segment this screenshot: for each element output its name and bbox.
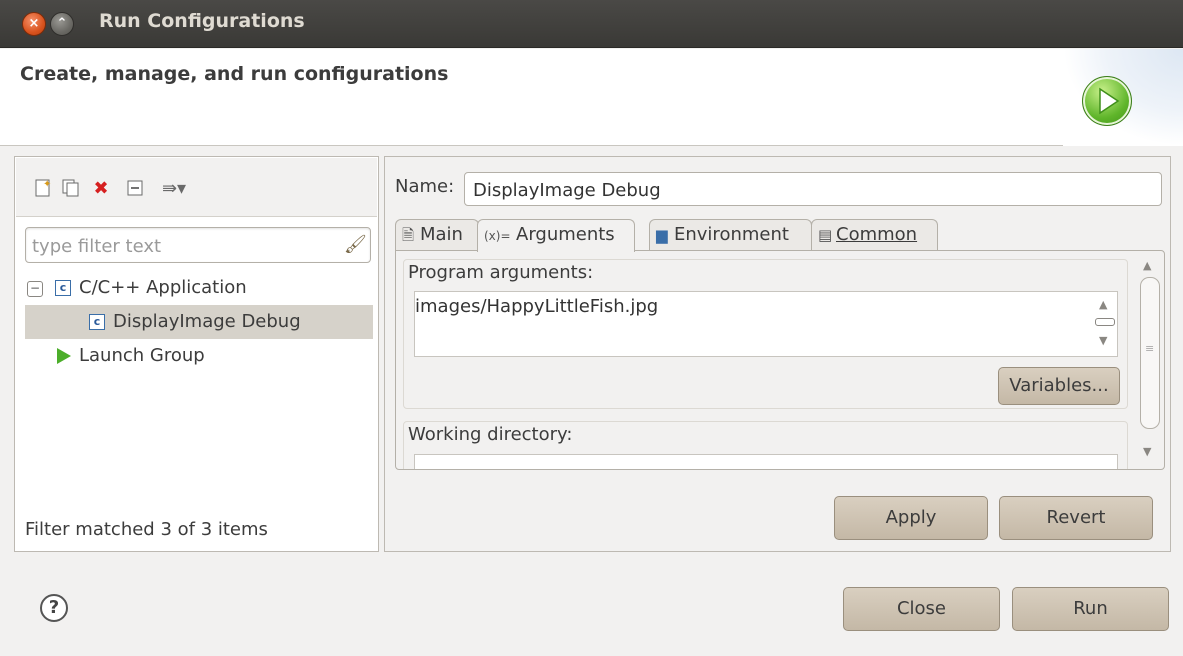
working-directory-label: Working directory: [408, 424, 573, 445]
tab-strip: 🗎 Main (x)= Arguments ▆ Environment ▤ Common [395, 219, 1165, 252]
name-field-box[interactable] [464, 172, 1162, 206]
filter-icon[interactable]: ⇛▾ [152, 178, 196, 200]
grip-icon: ≡ [1145, 342, 1155, 355]
scroll-up-icon[interactable]: ▲ [1099, 298, 1107, 311]
tree-item-label: DisplayImage Debug [113, 311, 301, 332]
arguments-tab-content: Program arguments: images/HappyLittleFis… [395, 250, 1165, 470]
program-arguments-value: images/HappyLittleFish.jpg [415, 296, 659, 317]
svg-text:✦: ✦ [43, 179, 51, 190]
document-icon: 🗎 [402, 226, 415, 244]
name-label: Name: [395, 176, 455, 197]
name-field[interactable] [471, 175, 1155, 205]
configuration-toolbar: ✦ ✖ ⇛▾ [16, 158, 377, 217]
apply-button[interactable]: Apply [834, 496, 988, 540]
environment-icon: ▆ [656, 226, 668, 244]
filter-input[interactable] [30, 232, 334, 260]
common-icon: ▤ [818, 226, 833, 244]
scroll-down-icon[interactable]: ▼ [1143, 445, 1151, 458]
scroll-thumb[interactable] [1095, 318, 1115, 326]
configuration-editor-panel: Name: 🗎 Main (x)= Arguments ▆ Environment ▤… [384, 156, 1171, 552]
collapse-all-icon[interactable] [124, 178, 146, 200]
tree-item-displayimage-debug[interactable]: c DisplayImage Debug [25, 305, 373, 339]
header-title: Create, manage, and run configurations [20, 63, 449, 85]
arguments-scrollbar[interactable]: ▲ ▼ [1095, 298, 1115, 350]
tree-item-launch-group[interactable]: Launch Group [25, 339, 373, 373]
title-bar: × ⌃ Run Configurations [0, 0, 1183, 48]
delete-icon[interactable]: ✖ [90, 178, 112, 200]
tab-label: Arguments [516, 224, 615, 245]
tree-item-label: C/C++ Application [79, 277, 247, 298]
scroll-down-icon[interactable]: ▼ [1099, 334, 1107, 347]
variable-icon: (x)= [484, 229, 511, 243]
c-configuration-icon: c [89, 314, 105, 330]
tab-scrollbar[interactable]: ▲ ≡ ▼ [1139, 253, 1161, 467]
variables-button[interactable]: Variables... [998, 367, 1120, 405]
program-arguments-field[interactable]: images/HappyLittleFish.jpg ▲ ▼ [414, 291, 1118, 357]
window-title: Run Configurations [99, 10, 305, 32]
scroll-thumb[interactable]: ≡ [1140, 277, 1160, 429]
revert-button[interactable]: Revert [999, 496, 1153, 540]
tab-label: Common [836, 224, 918, 245]
new-configuration-icon[interactable]: ✦ [32, 178, 54, 200]
window-minimize-icon[interactable]: ⌃ [50, 12, 74, 36]
working-directory-field[interactable] [414, 454, 1118, 469]
filter-input-box[interactable]: 🖌 [25, 227, 371, 263]
close-button[interactable]: Close [843, 587, 1000, 631]
scroll-up-icon[interactable]: ▲ [1143, 259, 1151, 272]
tab-common[interactable]: ▤ Common [811, 219, 938, 251]
tab-label: Environment [674, 224, 789, 245]
tab-environment[interactable]: ▆ Environment [649, 219, 812, 251]
collapse-icon[interactable]: − [27, 281, 43, 297]
working-directory-group: Working directory: [403, 421, 1128, 469]
program-arguments-group: Program arguments: images/HappyLittleFis… [403, 259, 1128, 409]
duplicate-icon[interactable] [60, 178, 82, 200]
configuration-list-panel: ✦ ✖ ⇛▾ 🖌 − c C/C++ Application c Display… [14, 156, 379, 552]
help-icon[interactable]: ? [40, 594, 68, 622]
c-application-icon: c [55, 280, 71, 296]
run-icon [1082, 76, 1132, 126]
launch-group-icon [57, 348, 71, 364]
program-arguments-label: Program arguments: [408, 262, 594, 283]
tab-main[interactable]: 🗎 Main [395, 219, 479, 251]
window-close-icon[interactable]: × [22, 12, 46, 36]
filter-status: Filter matched 3 of 3 items [25, 519, 268, 540]
tab-label: Main [420, 224, 463, 245]
tree-item-cpp-application[interactable]: − c C/C++ Application [25, 271, 373, 305]
tab-arguments[interactable]: (x)= Arguments [477, 219, 635, 252]
tree-item-label: Launch Group [79, 345, 205, 366]
dialog-header: Create, manage, and run configurations [0, 49, 1183, 146]
clear-filter-icon[interactable]: 🖌 [344, 234, 367, 256]
run-button[interactable]: Run [1012, 587, 1169, 631]
